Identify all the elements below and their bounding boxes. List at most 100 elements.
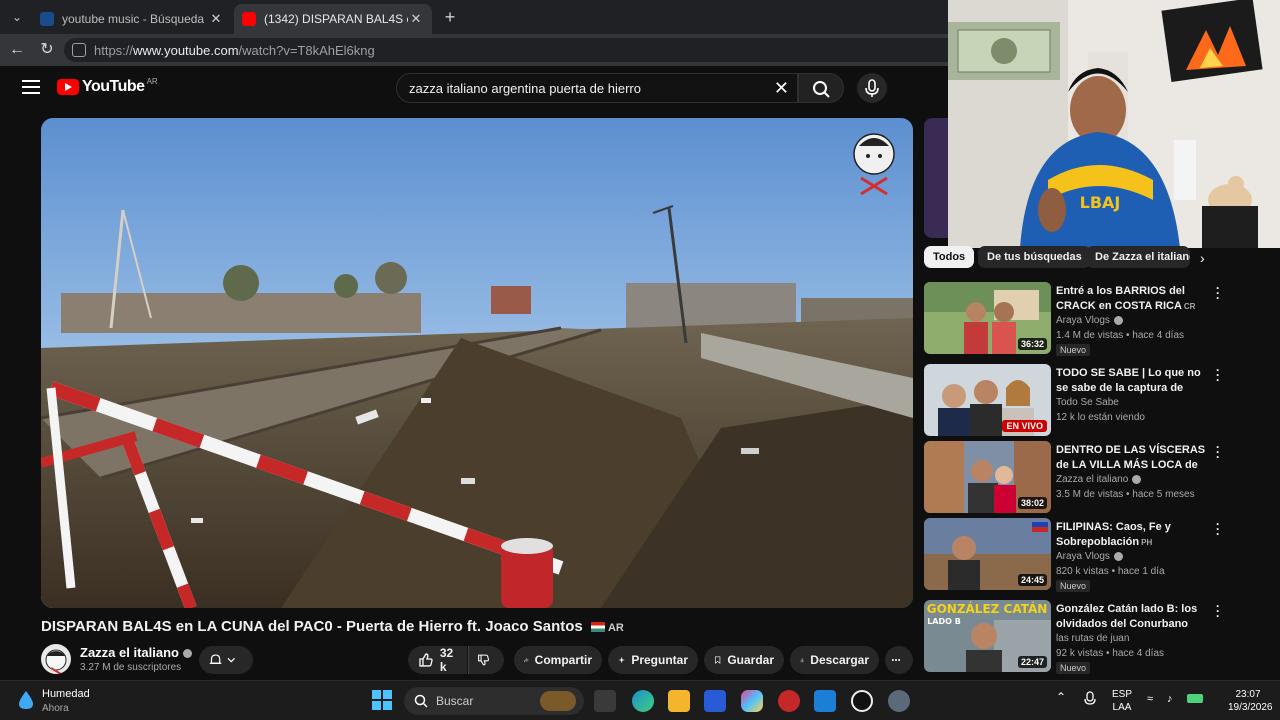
language-indicator[interactable]: ESP LAA (1112, 688, 1132, 714)
weather-widget[interactable]: Humedad Ahora (14, 685, 124, 717)
volume-icon[interactable]: ♪ (1167, 693, 1173, 706)
recommended-title-text: FILIPINAS: Caos, Fe y Sobrepoblación (1056, 521, 1171, 548)
more-vertical-icon[interactable]: · · · (1214, 600, 1222, 622)
recommended-video[interactable]: 36:32 Entré a los BARRIOS del CRACK en C… (924, 282, 1224, 362)
argentina-flag-icon (590, 622, 605, 633)
video-player[interactable] (41, 118, 913, 608)
verified-check-icon (1113, 315, 1123, 325)
channel-name[interactable]: Zazza el italiano (80, 645, 192, 660)
recommended-channel[interactable]: Araya Vlogs (1056, 551, 1123, 562)
copilot-icon[interactable] (741, 690, 763, 712)
download-icon (800, 658, 804, 663)
remote-desktop-icon[interactable] (814, 690, 836, 712)
recommended-video[interactable]: EN VIVO TODO SE SABE | Lo que no se sabe… (924, 364, 1224, 441)
search-input[interactable]: zazza italiano argentina puerta de hierr… (396, 73, 798, 103)
ask-button[interactable]: Preguntar (608, 646, 698, 674)
chip-from-searches[interactable]: De tus búsquedas (978, 246, 1091, 268)
video-thumbnail[interactable]: 36:32 (924, 282, 1051, 354)
windows-logo-icon (372, 690, 392, 710)
tab-title: youtube music - Búsqueda (62, 12, 205, 26)
notifications-button[interactable] (199, 646, 253, 674)
url-host: www.youtube.com (133, 42, 239, 58)
search-highlight-icon (540, 691, 576, 711)
page-scrollbar[interactable] (1272, 248, 1280, 678)
url-field[interactable]: https://www.youtube.com/watch?v=T8kAhEl6… (64, 38, 964, 62)
recommended-video[interactable]: 38:02 DENTRO DE LAS VÍSCERAS de LA VILLA… (924, 441, 1224, 518)
more-vertical-icon[interactable]: · · · (1214, 441, 1222, 463)
download-button[interactable]: Descargar (790, 646, 879, 674)
microphone-tray-icon[interactable] (1084, 691, 1096, 711)
back-arrow-icon[interactable]: ← (6, 39, 28, 61)
show-hidden-icons-chevron-icon[interactable]: ⌃ (1056, 691, 1066, 704)
hamburger-menu-icon[interactable] (22, 80, 40, 94)
youtube-logo[interactable]: YouTube AR (57, 77, 158, 96)
obs-studio-icon[interactable] (851, 690, 873, 712)
task-view-icon[interactable] (594, 690, 616, 712)
more-vertical-icon[interactable]: · · · (1214, 364, 1222, 386)
microsoft-store-icon[interactable] (704, 690, 726, 712)
like-button[interactable]: 32 k (408, 646, 467, 674)
channel-text: Araya Vlogs (1056, 551, 1110, 562)
title-country-code: AR (607, 622, 624, 634)
more-vertical-icon[interactable]: · · · (1214, 518, 1222, 540)
opera-browser-icon[interactable] (778, 690, 800, 712)
recommended-video[interactable]: 24:45 FILIPINAS: Caos, Fe y Sobrepoblaci… (924, 518, 1224, 600)
video-frame (41, 118, 913, 608)
tab-youtube-video[interactable]: (1342) DISPARAN BAL4S en LA CU ✕ (234, 4, 432, 34)
edge-browser-icon[interactable] (632, 690, 654, 712)
reload-icon[interactable]: ↻ (36, 39, 58, 61)
chip-all[interactable]: Todos (924, 246, 975, 268)
tab-search-chevron-icon[interactable]: ⌄ (6, 6, 28, 28)
sidebar-top-card[interactable] (924, 118, 950, 238)
recommended-video[interactable]: GONZÁLEZ CATÁN LADO B 22:47 González Cat… (924, 600, 1224, 680)
title-country-code: CR (1183, 302, 1196, 311)
video-thumbnail[interactable]: 38:02 (924, 441, 1051, 513)
share-button[interactable]: Compartir (514, 646, 602, 674)
close-tab-icon[interactable]: ✕ (208, 11, 224, 27)
save-button[interactable]: Guardar (704, 646, 784, 674)
chip-from-channel[interactable]: De Zazza el italiano (1086, 246, 1190, 268)
channel-name-text: Zazza el italiano (80, 645, 179, 660)
more-vertical-icon[interactable]: · · · (1214, 282, 1222, 304)
recommended-channel[interactable]: las rutas de juan (1056, 633, 1129, 644)
clock[interactable]: 23:07 19/3/2026 (1228, 688, 1273, 714)
new-badge: Nuevo (1056, 662, 1091, 674)
battery-icon[interactable] (1187, 694, 1203, 707)
windows-start-icon[interactable] (372, 690, 392, 710)
wifi-icon[interactable]: ≈ (1147, 693, 1153, 706)
voice-search-button[interactable] (857, 73, 887, 103)
video-thumbnail[interactable]: 24:45 (924, 518, 1051, 590)
sparkle-icon (618, 656, 625, 664)
more-actions-button[interactable] (885, 646, 913, 674)
recommended-channel[interactable]: Todo Se Sabe (1056, 397, 1119, 408)
taskbar-search-placeholder: Buscar (436, 694, 474, 708)
subscriber-count: 3.27 M de suscriptores (80, 662, 182, 673)
url-path: /watch?v=T8kAhEl6kng (238, 42, 375, 58)
tab-title: (1342) DISPARAN BAL4S en LA CU (264, 12, 408, 26)
new-tab-plus-icon[interactable]: + (440, 6, 460, 28)
file-explorer-icon[interactable] (668, 690, 690, 712)
settings-gear-icon[interactable] (888, 690, 910, 712)
taskbar-search[interactable]: Buscar (404, 687, 584, 715)
site-info-icon[interactable] (72, 43, 86, 57)
recommended-channel[interactable]: Zazza el italiano (1056, 474, 1142, 485)
chevron-right-icon[interactable]: › (1200, 250, 1205, 266)
close-tab-icon[interactable]: ✕ (408, 11, 424, 27)
video-thumbnail[interactable]: EN VIVO (924, 364, 1051, 436)
new-badge: Nuevo (1056, 580, 1091, 592)
tab-bing-search[interactable]: youtube music - Búsqueda ✕ (32, 4, 232, 34)
video-thumbnail[interactable]: GONZÁLEZ CATÁN LADO B 22:47 (924, 600, 1051, 672)
weather-subtitle: Ahora (42, 703, 69, 714)
video-title: DISPARAN BAL4S en LA CUNA del PAC0 - Pue… (41, 618, 624, 635)
recommended-channel[interactable]: Araya Vlogs (1056, 315, 1123, 326)
search-button[interactable] (798, 73, 844, 103)
youtube-favicon-icon (242, 12, 256, 26)
channel-watermark-icon[interactable] (851, 130, 897, 196)
language-bottom: LAA (1112, 702, 1132, 713)
clear-search-icon[interactable]: ✕ (774, 78, 789, 99)
share-label: Compartir (534, 653, 592, 667)
filter-chips: Todos De tus búsquedas De Zazza el itali… (924, 246, 1220, 268)
microphone-icon (865, 79, 879, 97)
channel-avatar[interactable] (41, 644, 71, 674)
dislike-button[interactable] (468, 646, 504, 674)
